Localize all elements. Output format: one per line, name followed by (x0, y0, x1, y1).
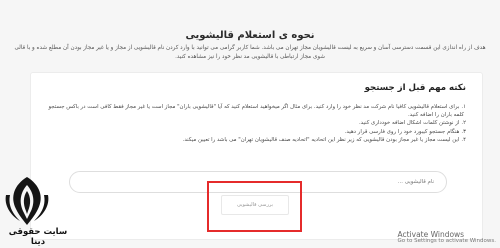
tip-text: کلمه باران را اضافه کنید. (407, 112, 464, 119)
watermark-subtitle: Go to Settings to activate Windows. (397, 238, 496, 244)
tips-card: نکته مهم قبل از جستجو ۱.برای استعلام قال… (30, 72, 483, 240)
intro-text: هدف از راه اندازی این قسمت دسترسی آسان و… (14, 45, 486, 60)
brand-logo-icon (0, 175, 54, 227)
tips-list: ۱.برای استعلام قالیشویی کافیا نام شرکت م… (41, 103, 467, 144)
tip-item: کلمه باران را اضافه کنید. (41, 111, 466, 119)
watermark-title: Activate Windows (397, 230, 465, 239)
tip-number: ۱. (461, 104, 466, 110)
page-title: نحوه ی استعلام قالیشویی (185, 30, 315, 41)
tips-card-title: نکته مهم قبل از جستجو (364, 83, 466, 93)
tip-item: ۴.این لیست مجاز یا غیر مجاز بودن قالیشوی… (41, 136, 466, 144)
tip-item: ۳.هنگام جستجو کیبورد خود را روی فارسی قر… (41, 128, 466, 136)
tip-text: این لیست مجاز یا غیر مجاز بودن قالیشویی … (182, 136, 460, 143)
search-button[interactable]: بررسی قالیشویی (221, 195, 289, 215)
tip-number: ۳. (461, 128, 466, 135)
windows-watermark: Activate Windows Go to Settings to activ… (397, 231, 496, 245)
tip-item: ۲.از نوشتن کلمات اشکال اضافه خودداری کنی… (41, 119, 466, 127)
tip-number: ۴. (461, 136, 466, 143)
brand-name: سایت حقوقی دینا (8, 227, 68, 247)
tip-number: ۲. (461, 120, 466, 127)
page: نحوه ی استعلام قالیشویی هدف از راه انداز… (0, 0, 500, 248)
tip-text: برای استعلام قالیشویی کافیا نام شرکت مد … (48, 104, 460, 110)
tip-text: از نوشتن کلمات اشکال اضافه خودداری کنید. (358, 120, 460, 127)
tip-item: ۱.برای استعلام قالیشویی کافیا نام شرکت م… (41, 103, 467, 111)
tip-text: هنگام جستجو کیبورد خود را روی فارسی قرار… (344, 128, 460, 135)
